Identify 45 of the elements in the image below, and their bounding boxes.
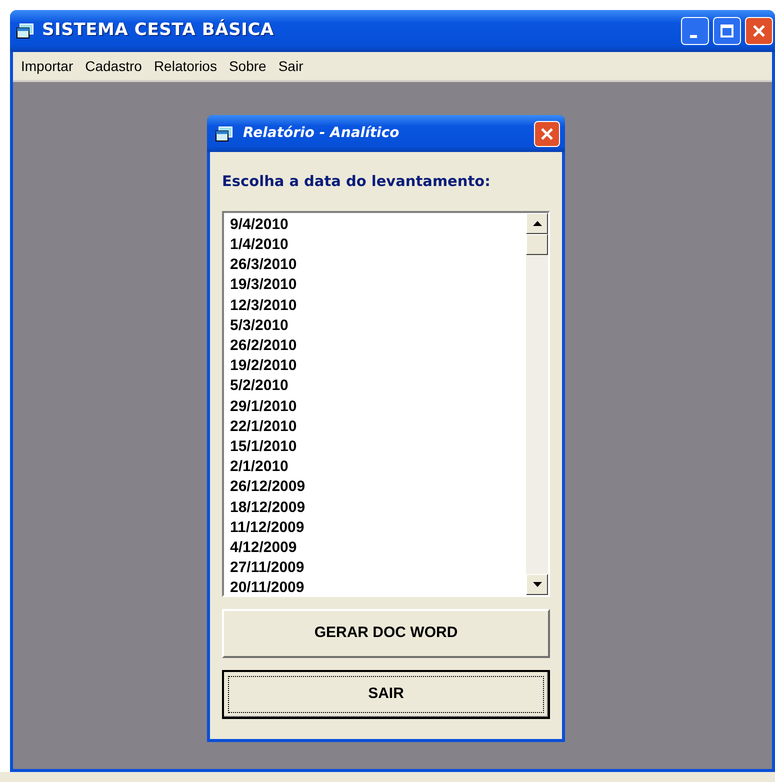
- scroll-thumb[interactable]: [526, 234, 548, 255]
- maximize-icon: [720, 24, 734, 38]
- close-button[interactable]: [745, 17, 773, 45]
- list-item[interactable]: 5/2/2010: [230, 376, 288, 397]
- minimize-icon: [690, 34, 697, 38]
- app-icon: [215, 126, 233, 142]
- list-item[interactable]: 19/2/2010: [230, 356, 297, 376]
- list-item[interactable]: 29/1/2010: [230, 396, 297, 417]
- list-item[interactable]: 1/4/2010: [230, 234, 288, 256]
- list-item[interactable]: 4/12/2009: [230, 538, 297, 558]
- scroll-down-button[interactable]: [526, 574, 548, 595]
- list-item[interactable]: 2/1/2010: [230, 457, 288, 478]
- list-item[interactable]: 5/3/2010: [230, 316, 288, 336]
- up-arrow-icon: [532, 220, 542, 226]
- close-button[interactable]: [534, 120, 560, 146]
- prompt-label: Escolha a data do levantamento:: [222, 173, 492, 192]
- window-title: SISTEMA CESTA BÁSICA: [42, 18, 274, 42]
- list-item[interactable]: 19/3/2010: [230, 275, 297, 296]
- close-icon: [752, 24, 766, 38]
- scroll-up-button[interactable]: [526, 212, 548, 234]
- close-icon: [540, 126, 554, 140]
- maximize-button[interactable]: [713, 17, 741, 45]
- menu-item[interactable]: Sobre: [222, 56, 272, 76]
- list-item[interactable]: 27/11/2009: [230, 558, 304, 578]
- app-icon: [16, 23, 34, 39]
- list-item[interactable]: 26/2/2010: [230, 336, 297, 356]
- list-item[interactable]: 26/3/2010: [230, 255, 297, 276]
- list-item[interactable]: 9/4/2010: [230, 214, 288, 235]
- date-listbox[interactable]: 9/4/2010 1/4/2010 26/3/2010 19/3/2010 12/3/2010 5/3/2010 26/2/2010 19/2/2010 5/2/2010 29/1/2010 22/1/2010 15/1/2010 2/1/2010 26/12/2009 18/12/2009 11/12/2009 4/12/2009 27/11/2009 20/11/2009: [222, 210, 550, 597]
- list-item[interactable]: 15/1/2010: [230, 436, 297, 458]
- dialog-button[interactable]: SAIR: [222, 670, 550, 719]
- menu-item[interactable]: Importar: [15, 56, 80, 76]
- list-item[interactable]: 22/1/2010: [230, 416, 297, 437]
- list-item[interactable]: 20/11/2009: [230, 578, 304, 595]
- minimize-button[interactable]: [681, 17, 709, 45]
- list-item[interactable]: 18/12/2009: [230, 498, 306, 518]
- dialog-title: Relatório - Analítico: [243, 124, 400, 143]
- menu-item[interactable]: Cadastro: [79, 56, 148, 76]
- down-arrow-icon: [532, 582, 542, 587]
- list-item[interactable]: 11/12/2009: [230, 518, 304, 538]
- menu-item[interactable]: Sair: [272, 56, 310, 76]
- menu-item[interactable]: Relatorios: [148, 56, 223, 76]
- dialog-button[interactable]: GERAR DOC WORD: [222, 608, 550, 658]
- list-item[interactable]: 12/3/2010: [230, 296, 297, 316]
- list-item[interactable]: 26/12/2009: [230, 477, 306, 498]
